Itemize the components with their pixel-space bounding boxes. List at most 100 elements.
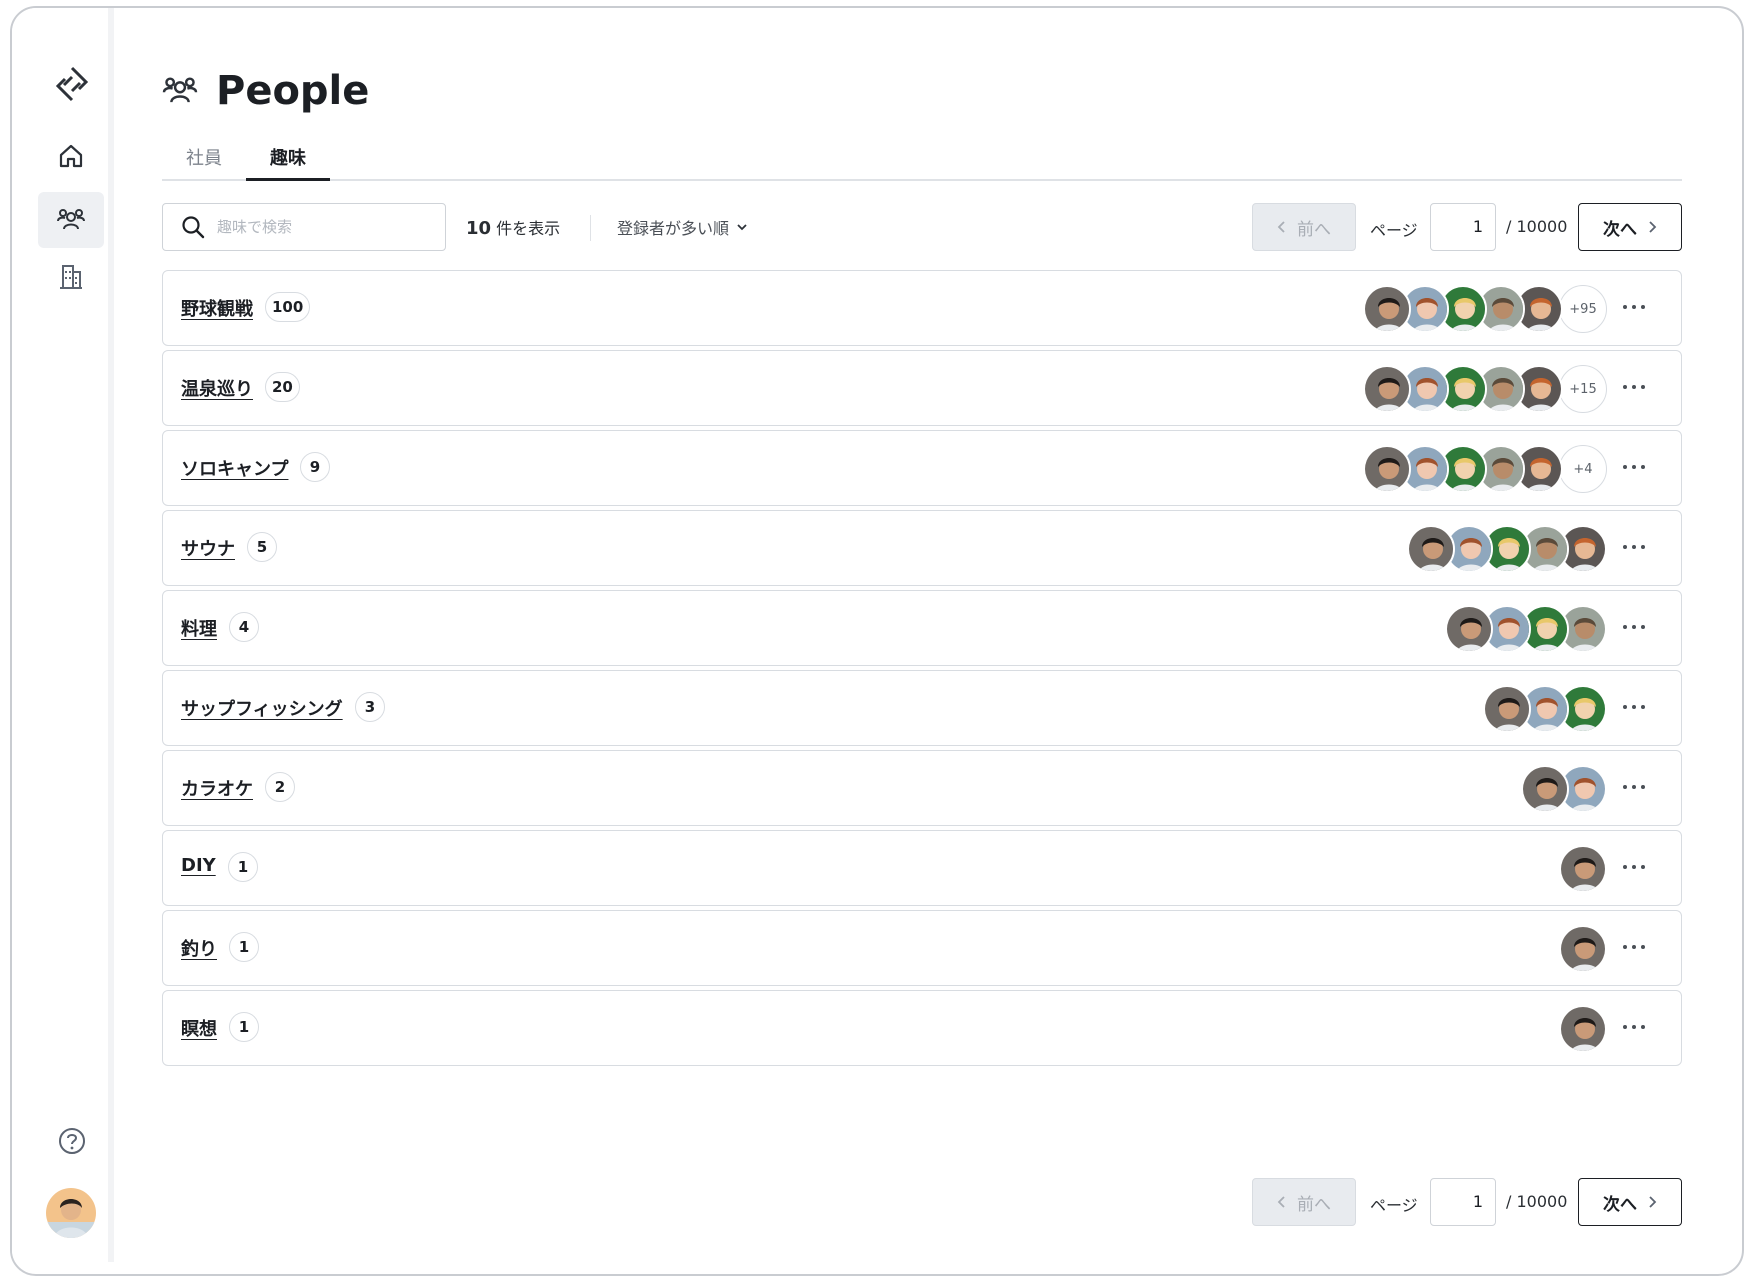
member-avatar[interactable] — [1363, 365, 1411, 413]
page-total: / 10000 — [1506, 1192, 1568, 1211]
next-page-button[interactable]: 次へ — [1578, 1178, 1682, 1226]
page-label: ページ — [1370, 221, 1418, 240]
hobby-row: サップフィッシング 3 — [162, 670, 1682, 746]
page-title: People — [216, 68, 370, 114]
page-total: / 10000 — [1506, 217, 1568, 236]
member-count-badge: 3 — [355, 692, 385, 722]
chevron-left-icon — [1277, 221, 1285, 233]
hobby-row: DIY 1 — [162, 830, 1682, 906]
page-label: ページ — [1370, 1196, 1418, 1215]
prev-page-button[interactable]: 前へ — [1252, 1178, 1356, 1226]
search-input[interactable] — [217, 218, 417, 236]
member-avatar[interactable] — [1483, 685, 1531, 733]
more-members-count[interactable]: +4 — [1559, 445, 1607, 493]
result-count-number: 10 — [466, 218, 492, 239]
more-options-icon[interactable] — [1623, 777, 1645, 797]
more-members-count[interactable]: +15 — [1559, 365, 1607, 413]
more-options-icon[interactable] — [1623, 857, 1645, 877]
hobby-row: 野球観戦 100 +95 — [162, 270, 1682, 346]
hobby-row: カラオケ 2 — [162, 750, 1682, 826]
hobby-name-link[interactable]: ソロキャンプ — [181, 455, 288, 481]
hobby-name-link[interactable]: 釣り — [181, 935, 217, 961]
sidebar-item-organization[interactable] — [38, 248, 104, 304]
member-count-badge: 5 — [247, 532, 277, 562]
hobby-row: 温泉巡り 20 +15 — [162, 350, 1682, 426]
more-members-count[interactable]: +95 — [1559, 285, 1607, 333]
member-count-badge: 1 — [229, 932, 259, 962]
prev-page-label: 前へ — [1297, 219, 1331, 240]
hobby-row: 釣り 1 — [162, 910, 1682, 986]
sort-dropdown[interactable]: 登録者が多い順 — [617, 215, 749, 239]
search-icon — [182, 216, 205, 239]
hobby-name-link[interactable]: 瞑想 — [181, 1015, 217, 1041]
member-avatar[interactable] — [1559, 845, 1607, 893]
result-count-suffix: 件を表示 — [496, 219, 561, 238]
member-avatars[interactable] — [1407, 525, 1607, 573]
hobby-name-link[interactable]: 料理 — [181, 615, 217, 641]
tab-hobbies[interactable]: 趣味 — [246, 138, 330, 181]
more-options-icon[interactable] — [1623, 377, 1645, 397]
member-count-badge: 1 — [228, 852, 258, 882]
chevron-right-icon — [1649, 1196, 1657, 1208]
help-icon[interactable] — [57, 1126, 87, 1156]
result-count: 10 件を表示 — [466, 215, 560, 239]
sidebar-item-home[interactable] — [38, 128, 104, 184]
main-content: People 社員 趣味 10 件を表示 登録者が多い順 — [162, 8, 1692, 1262]
hobby-row: ソロキャンプ 9 +4 — [162, 430, 1682, 506]
member-avatars[interactable]: +95 — [1363, 285, 1607, 333]
more-options-icon[interactable] — [1623, 937, 1645, 957]
logo-icon[interactable] — [52, 64, 92, 104]
hobby-name-link[interactable]: サップフィッシング — [181, 695, 343, 721]
people-icon — [162, 77, 198, 103]
app-window: People 社員 趣味 10 件を表示 登録者が多い順 — [10, 6, 1744, 1276]
more-options-icon[interactable] — [1623, 697, 1645, 717]
hobby-name-link[interactable]: カラオケ — [181, 775, 253, 801]
building-icon — [60, 265, 82, 289]
member-avatar[interactable] — [1521, 765, 1569, 813]
hobby-name-link[interactable]: 温泉巡り — [181, 375, 253, 401]
next-page-label: 次へ — [1603, 219, 1637, 240]
member-avatars[interactable] — [1559, 1005, 1607, 1053]
more-options-icon[interactable] — [1623, 457, 1645, 477]
member-avatars[interactable] — [1483, 685, 1607, 733]
member-avatar[interactable] — [1445, 605, 1493, 653]
more-options-icon[interactable] — [1623, 617, 1645, 637]
hobby-name-link[interactable]: サウナ — [181, 535, 235, 561]
next-page-button[interactable]: 次へ — [1578, 203, 1682, 251]
member-count-badge: 9 — [300, 452, 330, 482]
sidebar — [12, 8, 114, 1262]
member-avatars[interactable]: +15 — [1363, 365, 1607, 413]
people-icon — [57, 209, 85, 230]
member-avatars[interactable] — [1559, 925, 1607, 973]
toolbar: 10 件を表示 登録者が多い順 前へ ページ 1 / 10000 — [162, 203, 1682, 251]
more-options-icon[interactable] — [1623, 537, 1645, 557]
member-avatar[interactable] — [1559, 925, 1607, 973]
chevron-down-icon — [737, 224, 747, 231]
member-avatars[interactable]: +4 — [1363, 445, 1607, 493]
more-options-icon[interactable] — [1623, 297, 1645, 317]
user-avatar[interactable] — [46, 1188, 96, 1238]
member-avatar[interactable] — [1407, 525, 1455, 573]
next-page-label: 次へ — [1603, 1194, 1637, 1215]
member-avatars[interactable] — [1445, 605, 1607, 653]
page-number-input[interactable]: 1 — [1430, 1178, 1496, 1226]
pagination-top: 前へ ページ 1 / 10000 次へ — [1252, 203, 1682, 251]
hobby-name-link[interactable]: 野球観戦 — [181, 295, 253, 321]
page-number-input[interactable]: 1 — [1430, 203, 1496, 251]
sort-label: 登録者が多い順 — [617, 219, 730, 238]
chevron-right-icon — [1649, 221, 1657, 233]
member-avatar[interactable] — [1363, 285, 1411, 333]
member-avatar[interactable] — [1559, 1005, 1607, 1053]
prev-page-button[interactable]: 前へ — [1252, 203, 1356, 251]
hobby-name-link[interactable]: DIY — [181, 855, 216, 876]
more-options-icon[interactable] — [1623, 1017, 1645, 1037]
home-icon — [59, 144, 83, 168]
sidebar-item-people[interactable] — [38, 192, 104, 248]
member-avatars[interactable] — [1521, 765, 1607, 813]
member-avatars[interactable] — [1559, 845, 1607, 893]
page-header: People — [162, 68, 369, 114]
prev-page-label: 前へ — [1297, 1194, 1331, 1215]
tab-employees[interactable]: 社員 — [174, 138, 234, 181]
member-avatar[interactable] — [1363, 445, 1411, 493]
divider — [590, 215, 591, 241]
